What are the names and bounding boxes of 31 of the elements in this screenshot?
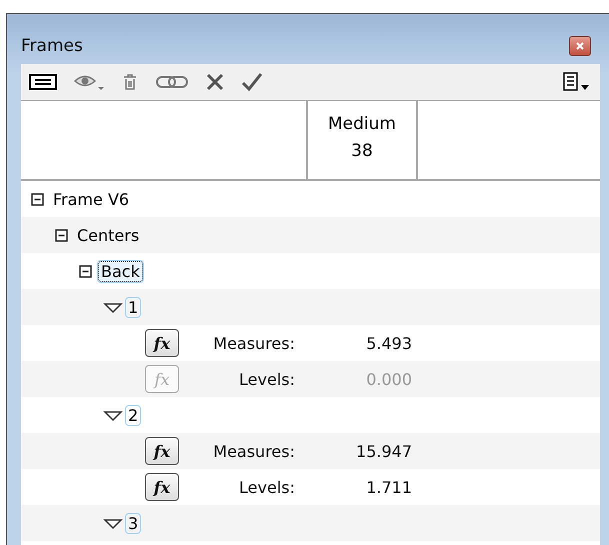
collapse-icon[interactable] [31, 192, 44, 206]
field-label: Levels: [238, 478, 295, 496]
value-text: 1.711 [366, 478, 412, 496]
list-icon[interactable] [29, 73, 57, 91]
tree-item[interactable]: 3 [125, 512, 142, 534]
document-menu-icon[interactable] [562, 72, 590, 92]
function-button[interactable]: fx [145, 437, 179, 465]
function-button[interactable]: fx [145, 329, 179, 357]
value-text: 5.493 [366, 334, 412, 352]
delete-icon[interactable] [205, 73, 225, 91]
link-icon[interactable] [155, 73, 189, 91]
function-button[interactable]: fx [145, 473, 179, 501]
field-label: Measures: [212, 334, 295, 352]
collapse-icon[interactable] [79, 264, 92, 278]
value-text: 0.000 [366, 370, 412, 388]
tree-item[interactable]: Centers [74, 224, 142, 246]
close-button[interactable] [569, 36, 591, 56]
collapse-icon[interactable] [55, 228, 68, 242]
tree-item[interactable]: Back [98, 260, 143, 282]
window-title: Frames [21, 35, 83, 56]
tree-item[interactable]: 1 [125, 296, 142, 318]
tree-item[interactable]: 2 [125, 404, 142, 426]
check-icon[interactable] [241, 72, 263, 92]
column-header: Medium 38 [306, 101, 418, 179]
field-label: Levels: [238, 370, 295, 388]
tree-item[interactable]: Frame V6 [50, 188, 132, 210]
value-text: 15.947 [356, 442, 412, 460]
trash-icon[interactable] [121, 73, 139, 91]
field-label: Measures: [212, 442, 295, 460]
close-icon [574, 40, 586, 52]
eye-icon[interactable] [73, 73, 105, 91]
